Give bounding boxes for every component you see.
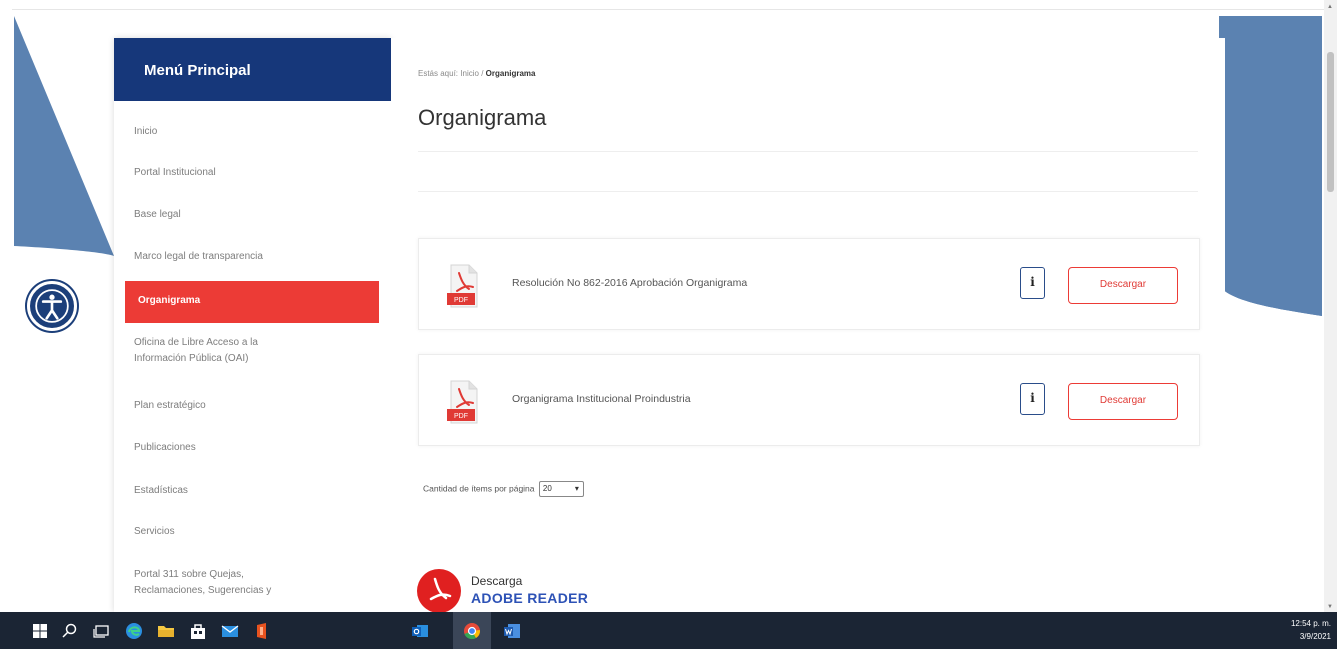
scrollbar-thumb[interactable]: [1327, 52, 1334, 192]
browser-viewport: ▲ ▼ Menú Principal Inicio Portal Institu…: [0, 0, 1337, 649]
menu-item-oai[interactable]: Oficina de Libre Acceso a la Información …: [134, 335, 258, 367]
menu-item-inicio[interactable]: Inicio: [134, 124, 157, 140]
menu-item-marco-legal[interactable]: Marco legal de transparencia: [134, 249, 263, 265]
pdf-file-icon: PDF: [445, 263, 481, 309]
pdf-file-icon: PDF: [445, 379, 481, 425]
adobe-reader-label: ADOBE READER: [471, 590, 589, 606]
download-button[interactable]: Descargar: [1068, 383, 1178, 420]
adobe-reader-icon: [417, 569, 461, 613]
items-per-page: Cantidad de ítems por página 20 ▾: [423, 481, 584, 497]
svg-text:PDF: PDF: [454, 413, 468, 420]
menu-item-servicios[interactable]: Servicios: [134, 524, 175, 540]
menu-item-publicaciones[interactable]: Publicaciones: [134, 440, 196, 456]
breadcrumb-separator: /: [481, 69, 484, 78]
divider: [418, 151, 1198, 152]
scroll-up-icon[interactable]: ▲: [1327, 4, 1333, 10]
menu-item-portal-institucional[interactable]: Portal Institucional: [134, 165, 216, 181]
scroll-down-icon[interactable]: ▼: [1327, 604, 1333, 610]
document-title[interactable]: Organigrama Institucional Proindustria: [512, 393, 691, 405]
page-title: Organigrama: [418, 105, 547, 130]
mail-icon[interactable]: [220, 621, 240, 641]
main-menu: Menú Principal Inicio Portal Institucion…: [114, 38, 391, 612]
breadcrumb-home-link[interactable]: Inicio: [460, 69, 479, 78]
windows-start-icon[interactable]: [30, 621, 50, 641]
store-icon[interactable]: [188, 621, 208, 641]
divider: [418, 191, 1198, 192]
document-card: PDF Organigrama Institucional Proindustr…: [418, 354, 1200, 446]
main-content: Estás aquí: Inicio / Organigrama Organig…: [391, 38, 1225, 613]
search-icon[interactable]: [60, 621, 80, 641]
info-button[interactable]: i: [1020, 383, 1045, 415]
items-per-page-select[interactable]: 20 ▾: [538, 481, 584, 497]
chevron-down-icon: ▾: [574, 484, 579, 493]
accessibility-icon[interactable]: [27, 281, 77, 331]
breadcrumb-current: Organigrama: [485, 69, 536, 78]
menu-item-plan-estrategico[interactable]: Plan estratégico: [134, 398, 206, 414]
menu-item-organigrama[interactable]: Organigrama: [125, 281, 379, 323]
info-button[interactable]: i: [1020, 267, 1045, 299]
page-scrollbar[interactable]: ▲ ▼: [1324, 0, 1337, 612]
document-card: PDF Resolución No 862-2016 Aprobación Or…: [418, 238, 1200, 330]
adobe-reader-link[interactable]: Descarga ADOBE READER: [417, 567, 617, 613]
breadcrumb: Estás aquí: Inicio / Organigrama: [418, 69, 535, 78]
outlook-icon[interactable]: [410, 621, 430, 641]
main-menu-title: Menú Principal: [114, 38, 391, 101]
taskbar-clock[interactable]: 12:54 p. m. 3/9/2021: [1291, 617, 1331, 643]
menu-item-portal-311[interactable]: Portal 311 sobre Quejas, Reclamaciones, S…: [134, 567, 271, 599]
clock-time: 12:54 p. m.: [1290, 619, 1331, 628]
clock-date: 3/9/2021: [1299, 632, 1331, 641]
svg-text:PDF: PDF: [454, 297, 468, 304]
word-icon[interactable]: [502, 621, 522, 641]
items-per-page-label: Cantidad de ítems por página: [423, 483, 535, 494]
breadcrumb-prefix: Estás aquí:: [418, 69, 459, 78]
menu-item-estadisticas[interactable]: Estadísticas: [134, 483, 188, 499]
office-icon[interactable]: [252, 621, 272, 641]
document-title[interactable]: Resolución No 862-2016 Aprobación Organi…: [512, 277, 747, 289]
chrome-icon[interactable]: [462, 621, 482, 641]
file-explorer-icon[interactable]: [156, 621, 176, 641]
taskbar: 12:54 p. m. 3/9/2021: [0, 612, 1337, 649]
download-button[interactable]: Descargar: [1068, 267, 1178, 304]
menu-item-base-legal[interactable]: Base legal: [134, 207, 181, 223]
toolbar-divider: [12, 9, 1324, 10]
edge-browser-icon[interactable]: [124, 621, 144, 641]
task-view-icon[interactable]: [92, 621, 112, 641]
adobe-download-label: Descarga: [471, 574, 523, 588]
